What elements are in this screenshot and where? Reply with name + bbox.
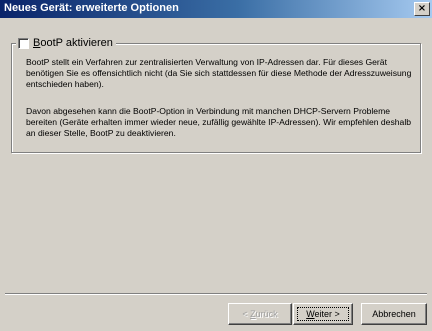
next-button[interactable]: Weiter > — [293, 303, 353, 325]
bootp-description: BootP stellt ein Verfahren zur zentralis… — [26, 57, 412, 89]
cancel-button[interactable]: Abbrechen — [361, 303, 427, 325]
bootp-warning: Davon abgesehen kann die BootP-Option in… — [26, 106, 412, 138]
close-icon: × — [417, 3, 427, 14]
button-separator — [5, 293, 427, 295]
bootp-checkbox[interactable] — [18, 37, 29, 49]
bootp-checkbox-row[interactable]: BootP aktivieren — [16, 36, 116, 50]
window-title: Neues Gerät: erweiterte Optionen — [4, 2, 179, 14]
bootp-checkbox-label[interactable]: BootP aktivieren — [33, 37, 113, 49]
close-button[interactable]: × — [414, 2, 430, 16]
dialog-window: Neues Gerät: erweiterte Optionen × BootP… — [0, 0, 432, 331]
back-button[interactable]: < Zurück — [228, 303, 292, 325]
title-bar[interactable]: Neues Gerät: erweiterte Optionen × — [0, 0, 432, 18]
